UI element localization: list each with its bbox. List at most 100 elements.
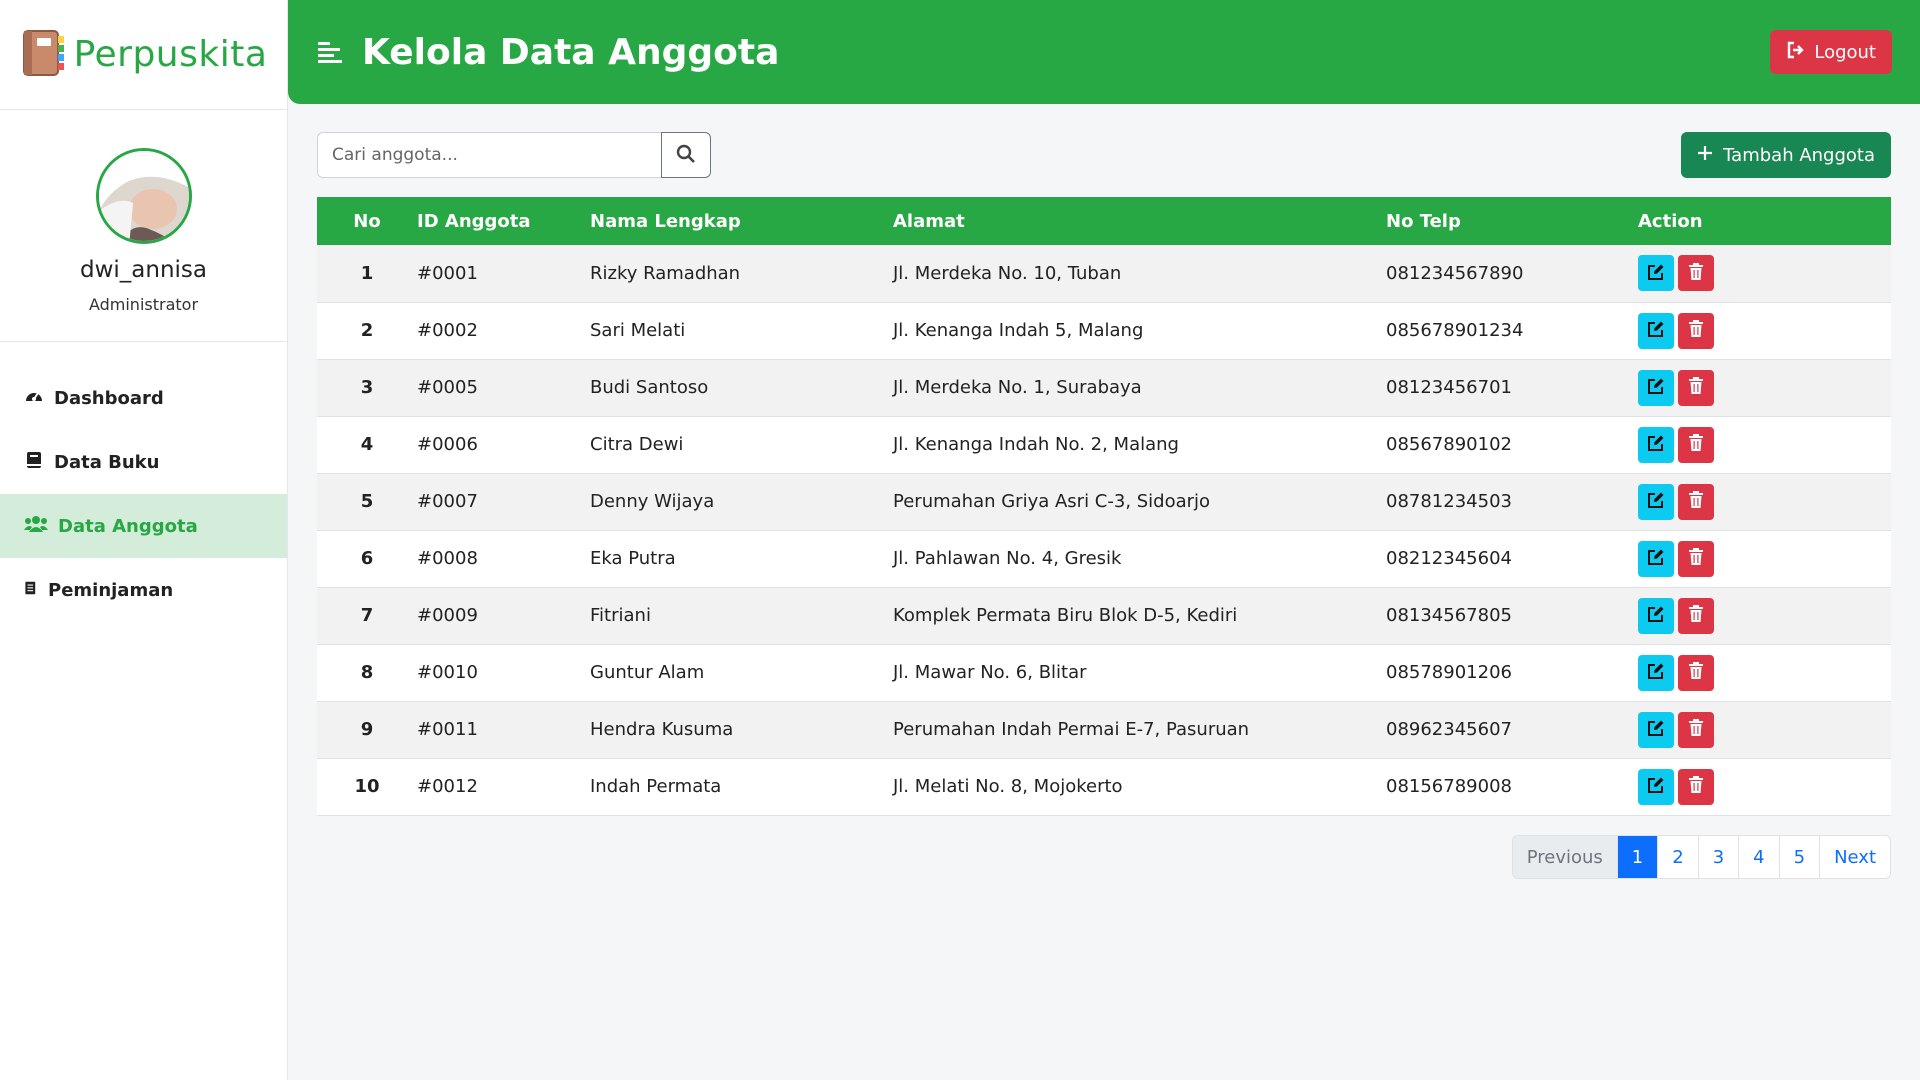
logout-label: Logout: [1814, 41, 1876, 63]
trash-icon: [1688, 377, 1704, 398]
edit-button[interactable]: [1638, 426, 1674, 463]
cell-member-id: #0002: [417, 320, 478, 341]
table-header-row: No ID Anggota Nama Lengkap Alamat No Tel…: [317, 197, 1891, 245]
cell-address: Jl. Mawar No. 6, Blitar: [893, 662, 1087, 683]
delete-button[interactable]: [1678, 540, 1714, 577]
delete-button[interactable]: [1678, 597, 1714, 634]
edit-button[interactable]: [1638, 312, 1674, 349]
menu-toggle-icon[interactable]: [316, 38, 344, 66]
table-row: 1 #0001 Rizky Ramadhan Jl. Merdeka No. 1…: [317, 245, 1891, 302]
book-icon: [24, 450, 44, 475]
avatar[interactable]: [95, 148, 192, 244]
table-row: 7 #0009 Fitriani Komplek Permata Biru Bl…: [317, 587, 1891, 644]
edit-icon: [1647, 776, 1665, 797]
pagination: Previous 1 2 3 4 5 Next: [1511, 835, 1891, 879]
delete-button[interactable]: [1678, 711, 1714, 748]
edit-button[interactable]: [1638, 369, 1674, 406]
cell-full-name: Guntur Alam: [590, 662, 705, 683]
cell-phone: 08962345607: [1386, 719, 1512, 740]
cell-member-id: #0006: [417, 434, 478, 455]
delete-button[interactable]: [1678, 426, 1714, 463]
logout-button[interactable]: Logout: [1770, 30, 1892, 74]
sidebar-item-label: Data Anggota: [58, 515, 198, 537]
cell-member-id: #0008: [417, 548, 478, 569]
cell-address: Perumahan Griya Asri C-3, Sidoarjo: [893, 491, 1211, 512]
delete-button[interactable]: [1678, 768, 1714, 805]
delete-button[interactable]: [1678, 654, 1714, 691]
cell-action: [1638, 416, 1891, 473]
brand[interactable]: Perpuskita: [0, 0, 287, 110]
delete-button[interactable]: [1678, 312, 1714, 349]
column-header-name: Nama Lengkap: [590, 210, 741, 232]
edit-icon: [1647, 662, 1665, 683]
cell-action: [1638, 644, 1891, 701]
column-header-address: Alamat: [893, 210, 965, 232]
trash-icon: [1688, 548, 1704, 569]
edit-button[interactable]: [1638, 540, 1674, 577]
cell-phone: 081234567890: [1386, 262, 1524, 284]
table-row: 3 #0005 Budi Santoso Jl. Merdeka No. 1, …: [317, 359, 1891, 416]
search-bar: [317, 132, 711, 178]
edit-button[interactable]: [1638, 654, 1674, 691]
cell-full-name: Rizky Ramadhan: [590, 262, 741, 284]
cell-phone: 08567890102: [1386, 434, 1512, 455]
pagination-page-3[interactable]: 3: [1697, 836, 1739, 878]
edit-icon: [1647, 548, 1665, 569]
edit-icon: [1647, 263, 1665, 284]
trash-icon: [1688, 605, 1704, 626]
trash-icon: [1688, 320, 1704, 341]
trash-icon: [1688, 662, 1704, 683]
trash-icon: [1688, 719, 1704, 740]
cell-action: [1638, 530, 1891, 587]
trash-icon: [1688, 262, 1704, 284]
table-body: 1 #0001 Rizky Ramadhan Jl. Merdeka No. 1…: [317, 245, 1891, 815]
edit-button[interactable]: [1638, 768, 1674, 805]
delete-button[interactable]: [1678, 255, 1714, 292]
top-header: Kelola Data Anggota Logout: [288, 0, 1920, 104]
pagination-page-4[interactable]: 4: [1738, 836, 1779, 878]
cell-phone: 085678901234: [1386, 320, 1524, 341]
cell-no: 3: [360, 377, 374, 398]
edit-button[interactable]: [1638, 711, 1674, 748]
pagination-next[interactable]: Next: [1819, 836, 1890, 878]
user-role: Administrator: [88, 295, 199, 314]
cell-full-name: Citra Dewi: [590, 434, 684, 455]
cell-member-id: #0011: [417, 719, 478, 740]
cell-member-id: #0007: [417, 491, 478, 512]
add-member-button[interactable]: Tambah Anggota: [1681, 132, 1891, 178]
cell-address: Jl. Kenanga Indah No. 2, Malang: [893, 434, 1179, 455]
cell-full-name: Fitriani: [590, 605, 651, 626]
cell-action: [1638, 302, 1891, 359]
cell-no: 2: [360, 320, 374, 341]
sidebar-item-data-buku[interactable]: Data Buku: [0, 430, 287, 494]
users-icon: [24, 514, 48, 539]
search-button[interactable]: [661, 132, 711, 178]
edit-button[interactable]: [1638, 255, 1674, 292]
cell-no: 7: [360, 605, 374, 626]
edit-button[interactable]: [1638, 597, 1674, 634]
cell-phone: 08212345604: [1386, 548, 1512, 569]
cell-member-id: #0001: [417, 262, 478, 284]
sidebar-item-peminjaman[interactable]: Peminjaman: [0, 558, 287, 622]
delete-button[interactable]: [1678, 483, 1714, 520]
username: dwi_annisa: [79, 257, 208, 283]
trash-icon: [1688, 776, 1704, 797]
column-header-action: Action: [1638, 210, 1703, 232]
search-input[interactable]: [317, 132, 661, 178]
pagination-page-2[interactable]: 2: [1657, 836, 1698, 878]
cell-member-id: #0005: [417, 377, 478, 398]
cell-no: 9: [360, 719, 374, 740]
sidebar-item-data-anggota[interactable]: Data Anggota: [0, 494, 287, 558]
cell-member-id: #0012: [417, 776, 478, 797]
sign-out-icon: [1786, 40, 1806, 65]
cell-full-name: Hendra Kusuma: [590, 719, 734, 740]
cell-no: 4: [360, 434, 374, 455]
cell-full-name: Denny Wijaya: [590, 491, 715, 512]
pagination-page-5[interactable]: 5: [1778, 836, 1820, 878]
pagination-previous[interactable]: Previous: [1512, 836, 1617, 878]
delete-button[interactable]: [1678, 369, 1714, 406]
edit-button[interactable]: [1638, 483, 1674, 520]
list-icon: [24, 578, 38, 603]
sidebar-item-dashboard[interactable]: Dashboard: [0, 366, 287, 430]
pagination-page-1[interactable]: 1: [1616, 836, 1658, 878]
